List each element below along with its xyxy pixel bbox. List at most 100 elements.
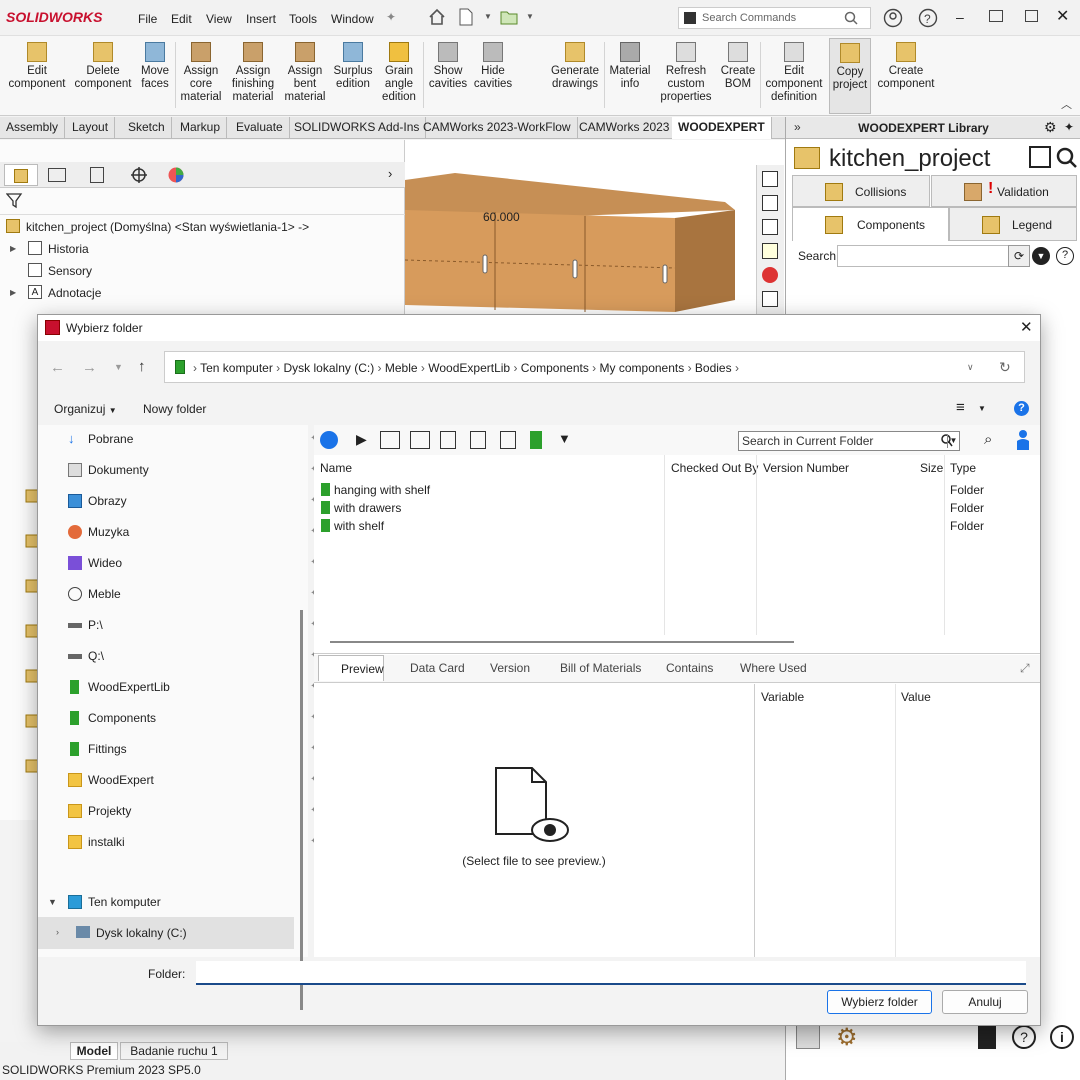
material-info-button[interactable]: Material info: [607, 38, 653, 114]
dimxpert-icon[interactable]: [130, 166, 148, 184]
horizontal-scrollbar[interactable]: [330, 641, 794, 643]
generate-drawings-button[interactable]: Generate drawings: [548, 38, 602, 114]
tab-assembly[interactable]: Assembly: [0, 117, 66, 139]
tab-evaluate[interactable]: Evaluate: [230, 117, 290, 139]
search-icon[interactable]: [1056, 147, 1078, 169]
tab-camworks[interactable]: CAMWorks 2023: [573, 117, 677, 139]
check-in-icon[interactable]: [380, 431, 400, 449]
document-icon[interactable]: [978, 1025, 996, 1049]
propertymanager-icon[interactable]: [48, 168, 66, 182]
info-icon[interactable]: i: [1050, 1025, 1074, 1049]
design-library-icon[interactable]: [762, 195, 778, 211]
grain-angle-edition-button[interactable]: Grain angle edition: [377, 38, 421, 114]
expand-arrow-icon[interactable]: ▼: [48, 897, 57, 907]
home-icon[interactable]: [762, 171, 778, 187]
tab-solidworks-addins[interactable]: SOLIDWORKS Add-Ins: [288, 117, 427, 139]
cancel-button[interactable]: Anuluj: [942, 990, 1028, 1014]
breadcrumb-item[interactable]: Dysk lokalny (C:): [284, 361, 375, 375]
grid-icon[interactable]: [796, 1025, 820, 1049]
tab-motion-study[interactable]: Badanie ruchu 1: [120, 1042, 228, 1060]
file-row[interactable]: with shelf Folder: [314, 517, 1040, 535]
tab-layout[interactable]: Layout: [66, 117, 116, 139]
nav-scrollbar[interactable]: [300, 610, 303, 1010]
minimize-icon[interactable]: –: [956, 9, 964, 25]
search-commands-box[interactable]: Search Commands: [678, 7, 871, 29]
refresh-icon[interactable]: ↻: [999, 359, 1011, 376]
chevron-down-icon[interactable]: ∨: [967, 362, 974, 373]
assign-bent-material-button[interactable]: Assign bent material: [281, 38, 329, 114]
tab-camworks-workflow[interactable]: CAMWorks 2023-WorkFlow: [417, 117, 578, 139]
expand-arrow-icon[interactable]: ›: [56, 927, 59, 937]
file-row[interactable]: hanging with shelf Folder: [314, 481, 1040, 499]
search-current-folder-input[interactable]: Search in Current Folder: [742, 434, 873, 448]
restore-icon[interactable]: [1025, 10, 1038, 22]
tab-validation[interactable]: ! Validation: [931, 175, 1077, 207]
select-folder-button[interactable]: Wybierz folder: [827, 990, 932, 1014]
configuration-manager-icon[interactable]: [90, 167, 104, 183]
filter-icon[interactable]: [6, 192, 24, 210]
edit-component-definition-button[interactable]: Edit component definition: [763, 38, 825, 114]
edit-icon[interactable]: [1029, 146, 1051, 168]
get-version-icon[interactable]: [470, 431, 486, 449]
chevron-right-icon[interactable]: ›: [388, 166, 392, 181]
column-value[interactable]: Value: [901, 690, 931, 704]
nav-item-local-disk[interactable]: › Dysk lokalny (C:): [38, 917, 294, 949]
graphics-area[interactable]: 60.000: [405, 140, 785, 320]
library-search-input[interactable]: [837, 245, 1009, 267]
refresh-vault-icon[interactable]: [320, 431, 338, 449]
pin-icon[interactable]: ✦: [1064, 120, 1074, 134]
help-icon[interactable]: ?: [1012, 1025, 1036, 1049]
chevron-down-icon[interactable]: ▼: [114, 362, 123, 372]
organize-button[interactable]: Organizuj ▼: [54, 402, 117, 416]
edit-component-button[interactable]: Edit component: [5, 38, 69, 114]
expand-arrow-icon[interactable]: ▶: [10, 244, 16, 253]
hide-cavities-button[interactable]: Hide cavities: [471, 38, 515, 114]
expand-icon[interactable]: ⤢: [1020, 661, 1030, 676]
chevron-down-icon[interactable]: ▼: [978, 404, 986, 413]
tree-item-annotations[interactable]: Adnotacje: [48, 286, 101, 300]
user-icon[interactable]: [1016, 429, 1030, 451]
close-icon[interactable]: ✕: [1020, 318, 1033, 336]
copy-icon[interactable]: [440, 431, 456, 449]
tab-version[interactable]: Version: [472, 655, 530, 681]
address-bar[interactable]: › Ten komputer › Dysk lokalny (C:) › Meb…: [164, 351, 1025, 383]
refresh-icon[interactable]: ⟳: [1008, 245, 1030, 267]
tab-model[interactable]: Model: [70, 1042, 118, 1060]
column-size[interactable]: Size: [920, 461, 943, 475]
menu-edit[interactable]: Edit: [171, 12, 192, 26]
menu-tools[interactable]: Tools: [289, 12, 317, 26]
gear-icon[interactable]: ⚙: [1044, 119, 1057, 136]
collapse-ribbon-icon[interactable]: ︿: [1061, 96, 1072, 112]
display-manager-icon[interactable]: [167, 166, 185, 184]
refresh-custom-properties-button[interactable]: Refresh custom properties: [656, 38, 716, 114]
settings-gear-icon[interactable]: ⚙: [836, 1023, 858, 1052]
tab-sketch[interactable]: Sketch: [122, 117, 172, 139]
breadcrumb-item[interactable]: Components: [521, 361, 589, 375]
forward-icon[interactable]: →: [82, 359, 97, 376]
tab-bill-of-materials[interactable]: Bill of Materials: [542, 655, 641, 681]
woodexpert-library-icon[interactable]: [762, 291, 778, 307]
column-checked-out-by[interactable]: Checked Out By: [671, 461, 758, 475]
close-icon[interactable]: ✕: [1056, 6, 1069, 26]
back-icon[interactable]: ←: [50, 359, 65, 376]
new-document-icon[interactable]: [458, 8, 474, 26]
column-name[interactable]: Name: [320, 461, 352, 475]
tree-root-label[interactable]: kitchen_project (Domyślna) <Stan wyświet…: [26, 220, 309, 234]
breadcrumb-item[interactable]: Bodies: [695, 361, 732, 375]
breadcrumb-item[interactable]: My components: [600, 361, 685, 375]
surplus-edition-button[interactable]: Surplus edition: [330, 38, 376, 114]
home-icon[interactable]: [428, 8, 446, 26]
file-row[interactable]: with drawers Folder: [314, 499, 1040, 517]
create-bom-button[interactable]: Create BOM: [718, 38, 758, 114]
play-icon[interactable]: ▶: [356, 431, 367, 448]
undo-checkout-icon[interactable]: [500, 431, 516, 449]
column-version-number[interactable]: Version Number: [763, 461, 849, 475]
column-type[interactable]: Type: [950, 461, 976, 475]
move-faces-button[interactable]: Move faces: [136, 38, 174, 114]
chevron-down-icon[interactable]: ▼: [484, 12, 492, 21]
pin-icon[interactable]: ✦: [386, 10, 396, 24]
tab-contains[interactable]: Contains: [648, 655, 713, 681]
dropdown-icon[interactable]: ▼: [1032, 247, 1050, 265]
expand-arrow-icon[interactable]: ▶: [10, 288, 16, 297]
tab-woodexpert[interactable]: WOODEXPERT: [672, 117, 772, 139]
